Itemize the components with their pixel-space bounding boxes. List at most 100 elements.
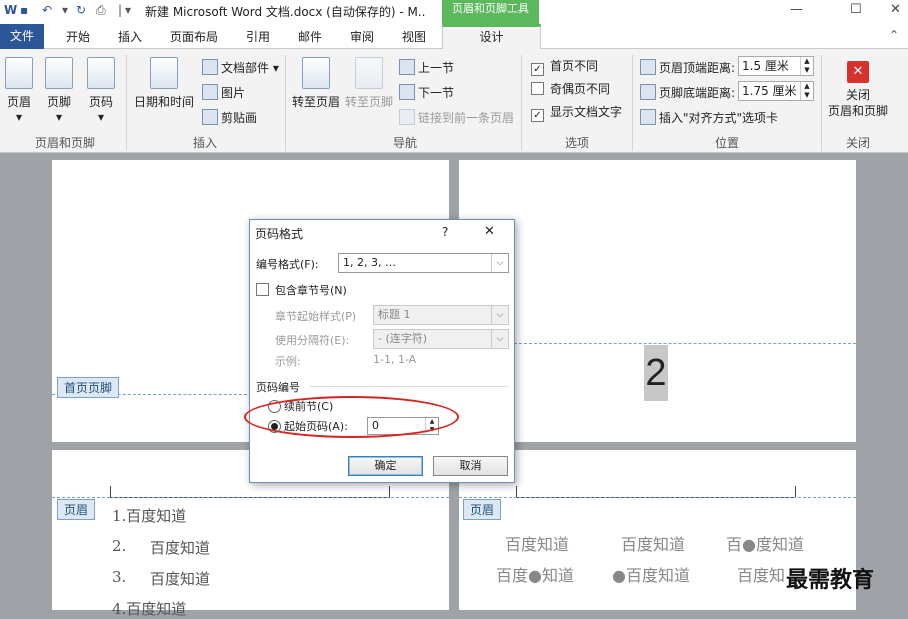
- collapse-ribbon-icon[interactable]: ⌃: [889, 28, 899, 42]
- footer-distance-input[interactable]: 1.75 厘米 ▲ ▼: [738, 81, 814, 101]
- link-previous-button[interactable]: 链接到前一条页眉: [399, 109, 514, 126]
- ok-button[interactable]: 确定: [348, 456, 423, 476]
- dropdown-arrow-icon[interactable]: ▾: [62, 3, 68, 17]
- goto-header-button[interactable]: 转至页眉: [290, 57, 342, 110]
- close-header-footer-button[interactable]: ✕ 关闭 页眉和页脚: [826, 57, 890, 119]
- tab-file[interactable]: 文件: [0, 24, 44, 49]
- list-item: 百度知道: [150, 570, 211, 588]
- footer-button[interactable]: 页脚 ▾: [42, 57, 76, 124]
- spin-up-icon[interactable]: ▲: [801, 82, 813, 91]
- picture-button[interactable]: 图片: [202, 84, 245, 101]
- header-tag: 页眉: [463, 499, 502, 520]
- prev-section-icon: [399, 59, 415, 75]
- group-label-close: 关闭: [845, 136, 870, 150]
- prev-section-button[interactable]: 上一节: [399, 59, 454, 76]
- goto-header-icon: [302, 57, 330, 89]
- tab-insert[interactable]: 插入: [118, 28, 142, 45]
- checkbox-icon: ✓: [531, 63, 544, 76]
- spin-down-icon[interactable]: ▼: [801, 66, 813, 75]
- group-label-options: 选项: [564, 136, 589, 150]
- datetime-button[interactable]: 日期和时间: [132, 57, 196, 110]
- include-chapter-checkbox[interactable]: 包含章节号(N): [256, 282, 347, 298]
- qat-separator: |: [118, 3, 123, 17]
- datetime-label: 日期和时间: [133, 95, 194, 109]
- page-number-field[interactable]: 2: [644, 345, 668, 401]
- list-item-number: 2.: [112, 537, 127, 555]
- docparts-button[interactable]: 文档部件 ▾: [202, 59, 279, 76]
- cancel-button[interactable]: 取消: [433, 456, 508, 476]
- redo-icon[interactable]: ↻: [76, 3, 86, 17]
- checkbox-icon: [531, 82, 544, 95]
- link-previous-label: 链接到前一条页眉: [418, 111, 515, 125]
- separator-value: - (连字符): [378, 332, 428, 345]
- divider: [285, 55, 286, 151]
- divider: [126, 55, 127, 151]
- label-text: 页眉顶端距离:: [659, 61, 736, 75]
- alignment-tab-icon: [640, 109, 656, 125]
- qat-customize-icon[interactable]: ▾: [125, 3, 131, 17]
- goto-footer-button[interactable]: 转至页脚: [343, 57, 395, 110]
- chapter-style-select[interactable]: 标题 1 ⌵: [373, 305, 509, 325]
- page-number-icon: [87, 57, 115, 89]
- chevron-down-icon[interactable]: ⌵: [491, 254, 508, 272]
- dropdown-arrow-icon: ▾: [15, 110, 23, 124]
- footer-distance-icon: [640, 84, 656, 100]
- body-text: 百●度知道: [726, 535, 804, 554]
- spinner[interactable]: ▲ ▼: [800, 57, 813, 75]
- header-distance-value: 1.5 厘米: [742, 59, 789, 73]
- footer-button-label: 页脚: [46, 95, 71, 109]
- tab-view[interactable]: 视图: [402, 28, 426, 45]
- number-format-select[interactable]: 1, 2, 3, … ⌵: [338, 253, 509, 273]
- insert-alignment-tab-button[interactable]: 插入"对齐方式"选项卡: [640, 109, 778, 126]
- spin-down-icon[interactable]: ▼: [801, 91, 813, 100]
- header-distance-input[interactable]: 1.5 厘米 ▲ ▼: [738, 56, 814, 76]
- list-item: 4.百度知道: [112, 600, 187, 618]
- header-button-label: 页眉: [6, 95, 31, 109]
- checkbox-show-document-text[interactable]: ✓ 显示文档文字: [531, 103, 622, 122]
- tab-references[interactable]: 引用: [246, 28, 270, 45]
- clipart-button[interactable]: 剪贴画: [202, 109, 257, 126]
- divider: [821, 55, 822, 151]
- watermark-logo: 最需教育: [786, 567, 875, 593]
- maximize-button[interactable]: ☐: [850, 2, 862, 17]
- divider: [632, 55, 633, 151]
- separator-select[interactable]: - (连字符) ⌵: [373, 329, 509, 349]
- spin-up-icon[interactable]: ▲: [801, 57, 813, 66]
- header-tag: 页眉: [57, 499, 96, 520]
- checkbox-odd-even[interactable]: 奇偶页不同: [531, 80, 610, 97]
- save-icon[interactable]: ▪: [20, 3, 28, 17]
- tab-home[interactable]: 开始: [66, 28, 90, 45]
- tab-page-layout[interactable]: 页面布局: [170, 28, 218, 45]
- tab-mailings[interactable]: 邮件: [298, 28, 322, 45]
- next-section-label: 下一节: [418, 86, 455, 100]
- next-section-icon: [399, 84, 415, 100]
- goto-footer-label: 转至页脚: [344, 95, 393, 109]
- help-button[interactable]: ?: [442, 225, 448, 239]
- list-item: 百度知道: [150, 539, 211, 557]
- insert-alignment-tab-label: 插入"对齐方式"选项卡: [659, 111, 779, 125]
- option-label: 显示文档文字: [550, 105, 623, 119]
- ribbon-tabs: 文件 开始 插入 页面布局 引用 邮件 审阅 视图 设计 ⌃: [0, 24, 908, 53]
- footer-icon: [45, 57, 73, 89]
- body-text: 百度知道: [505, 535, 570, 554]
- group-label-insert: 插入: [192, 136, 217, 150]
- print-icon[interactable]: ⎙: [96, 3, 106, 18]
- chevron-down-icon[interactable]: ⌵: [491, 330, 508, 348]
- next-section-button[interactable]: 下一节: [399, 84, 454, 101]
- header-button[interactable]: 页眉 ▾: [2, 57, 36, 124]
- header-boundary: [459, 497, 856, 498]
- spinner[interactable]: ▲ ▼: [800, 82, 813, 100]
- chevron-down-icon[interactable]: ⌵: [491, 306, 508, 324]
- tab-review[interactable]: 审阅: [350, 28, 374, 45]
- dialog-close-button[interactable]: ✕: [484, 224, 495, 239]
- undo-icon[interactable]: ↶: [42, 3, 52, 17]
- minimize-button[interactable]: —: [790, 2, 803, 17]
- close-window-button[interactable]: ✕: [890, 2, 901, 17]
- page-number-button[interactable]: 页码 ▾: [84, 57, 118, 124]
- ribbon: 页眉 ▾ 页脚 ▾ 页码 ▾ 页眉和页脚 日期和时间 文档部件 ▾ 图片 剪贴画…: [0, 49, 908, 153]
- checkbox-different-first-page[interactable]: ✓ 首页不同: [531, 57, 598, 76]
- chapter-style-label: 章节起始样式(P): [275, 310, 357, 323]
- docparts-label: 文档部件: [221, 61, 270, 75]
- word-icon[interactable]: W: [4, 3, 17, 17]
- number-format-value: 1, 2, 3, …: [343, 256, 396, 269]
